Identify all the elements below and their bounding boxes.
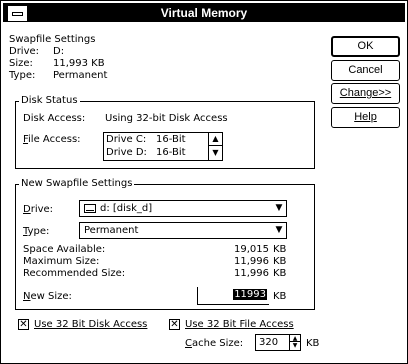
current-drive-value: D: <box>53 46 65 57</box>
cancel-button[interactable]: Cancel <box>331 60 400 81</box>
file-access-item-drive-d[interactable]: Drive D: <box>106 147 147 159</box>
help-button-label: Help <box>354 111 377 123</box>
window-title: Virtual Memory <box>160 6 248 20</box>
scroll-up-arrow-icon[interactable]: ▲ <box>209 133 222 146</box>
file-access-item-drive: Drive C: <box>106 134 147 145</box>
cache-size-value: 320 <box>259 337 279 348</box>
file-access-label: File Access: <box>23 134 81 145</box>
current-type-value: Permanent <box>53 70 108 81</box>
file-access-item-drive-c[interactable]: Drive C: <box>106 134 146 146</box>
space-available-unit: KB <box>273 244 287 255</box>
ok-button-label: OK <box>357 40 374 52</box>
drive-icon <box>84 204 96 213</box>
current-type-label: Type: <box>9 70 36 81</box>
new-size-input[interactable]: 11993 <box>197 287 269 305</box>
new-drive-label: Drive: <box>23 204 54 215</box>
maximum-size-unit: KB <box>273 256 287 267</box>
cancel-button-label: Cancel <box>348 64 383 76</box>
spin-down-icon[interactable]: ▼ <box>290 342 300 349</box>
use-32bit-disk-access-checkbox[interactable]: ✕ <box>18 319 29 330</box>
new-type-label: Type: <box>23 226 50 237</box>
recommended-size-unit: KB <box>273 268 287 279</box>
maximum-size-label: Maximum Size: <box>23 256 100 267</box>
current-size-value: 11,993 KB <box>53 58 105 69</box>
cache-size-label: Cache Size: <box>185 338 244 349</box>
scroll-down-arrow-icon[interactable]: ▼ <box>209 147 222 160</box>
disk-access-value: Using 32-bit Disk Access <box>105 113 228 124</box>
change-button[interactable]: Change>> <box>331 83 400 104</box>
use-32bit-file-access-label: Use 32 Bit File Access <box>185 319 294 330</box>
drive-combobox[interactable]: d: [disk_d] ▼ <box>79 200 287 217</box>
virtual-memory-dialog: Virtual Memory Swapfile Settings Drive: … <box>0 0 408 364</box>
file-access-item-mode: 16-Bit <box>156 134 186 145</box>
maximum-size-value: 11,996 <box>234 256 269 267</box>
disk-status-title: Disk Status <box>19 95 80 107</box>
current-drive-label: Drive: <box>9 46 40 57</box>
type-combobox[interactable]: Permanent ▼ <box>79 222 287 239</box>
current-size-label: Size: <box>9 58 33 69</box>
new-swapfile-title: New Swapfile Settings <box>19 178 135 190</box>
file-access-item-mode: 16-Bit <box>156 147 186 158</box>
new-size-label: New Size: <box>23 291 72 302</box>
new-size-unit: KB <box>273 291 287 302</box>
spin-up-icon[interactable]: ▲ <box>290 335 300 342</box>
use-32bit-file-access-checkbox[interactable]: ✕ <box>169 319 180 330</box>
use-32bit-disk-access-label: Use 32 Bit Disk Access <box>34 319 148 330</box>
file-access-item-drive: Drive D: <box>106 147 147 158</box>
ok-button[interactable]: OK <box>331 36 400 57</box>
file-access-scrollbar[interactable]: ▲ ▼ <box>208 133 222 160</box>
space-available-value: 19,015 <box>234 244 269 255</box>
new-size-input-value: 11993 <box>233 289 267 300</box>
change-button-label: Change>> <box>339 87 392 99</box>
down-arrow-icon[interactable]: ▼ <box>272 223 286 238</box>
space-available-label: Space Available: <box>23 244 106 255</box>
drive-combobox-value: d: [disk_d] <box>100 203 153 214</box>
type-combobox-value: Permanent <box>84 225 139 236</box>
swapfile-settings-heading: Swapfile Settings <box>9 34 96 45</box>
recommended-size-value: 11,996 <box>234 268 269 279</box>
down-arrow-icon[interactable]: ▼ <box>272 201 286 216</box>
help-button[interactable]: Help <box>331 107 400 128</box>
cache-size-unit: KB <box>306 338 320 349</box>
disk-access-label: Disk Access: <box>23 113 86 124</box>
spinner-buttons[interactable]: ▲ ▼ <box>289 335 300 350</box>
title-bar[interactable]: Virtual Memory <box>3 3 405 22</box>
recommended-size-label: Recommended Size: <box>23 268 126 279</box>
file-access-list[interactable]: Drive C: 16-Bit Drive D: 16-Bit ▲ ▼ <box>103 132 223 161</box>
cache-size-spinner[interactable]: 320 ▲ ▼ <box>255 334 301 351</box>
